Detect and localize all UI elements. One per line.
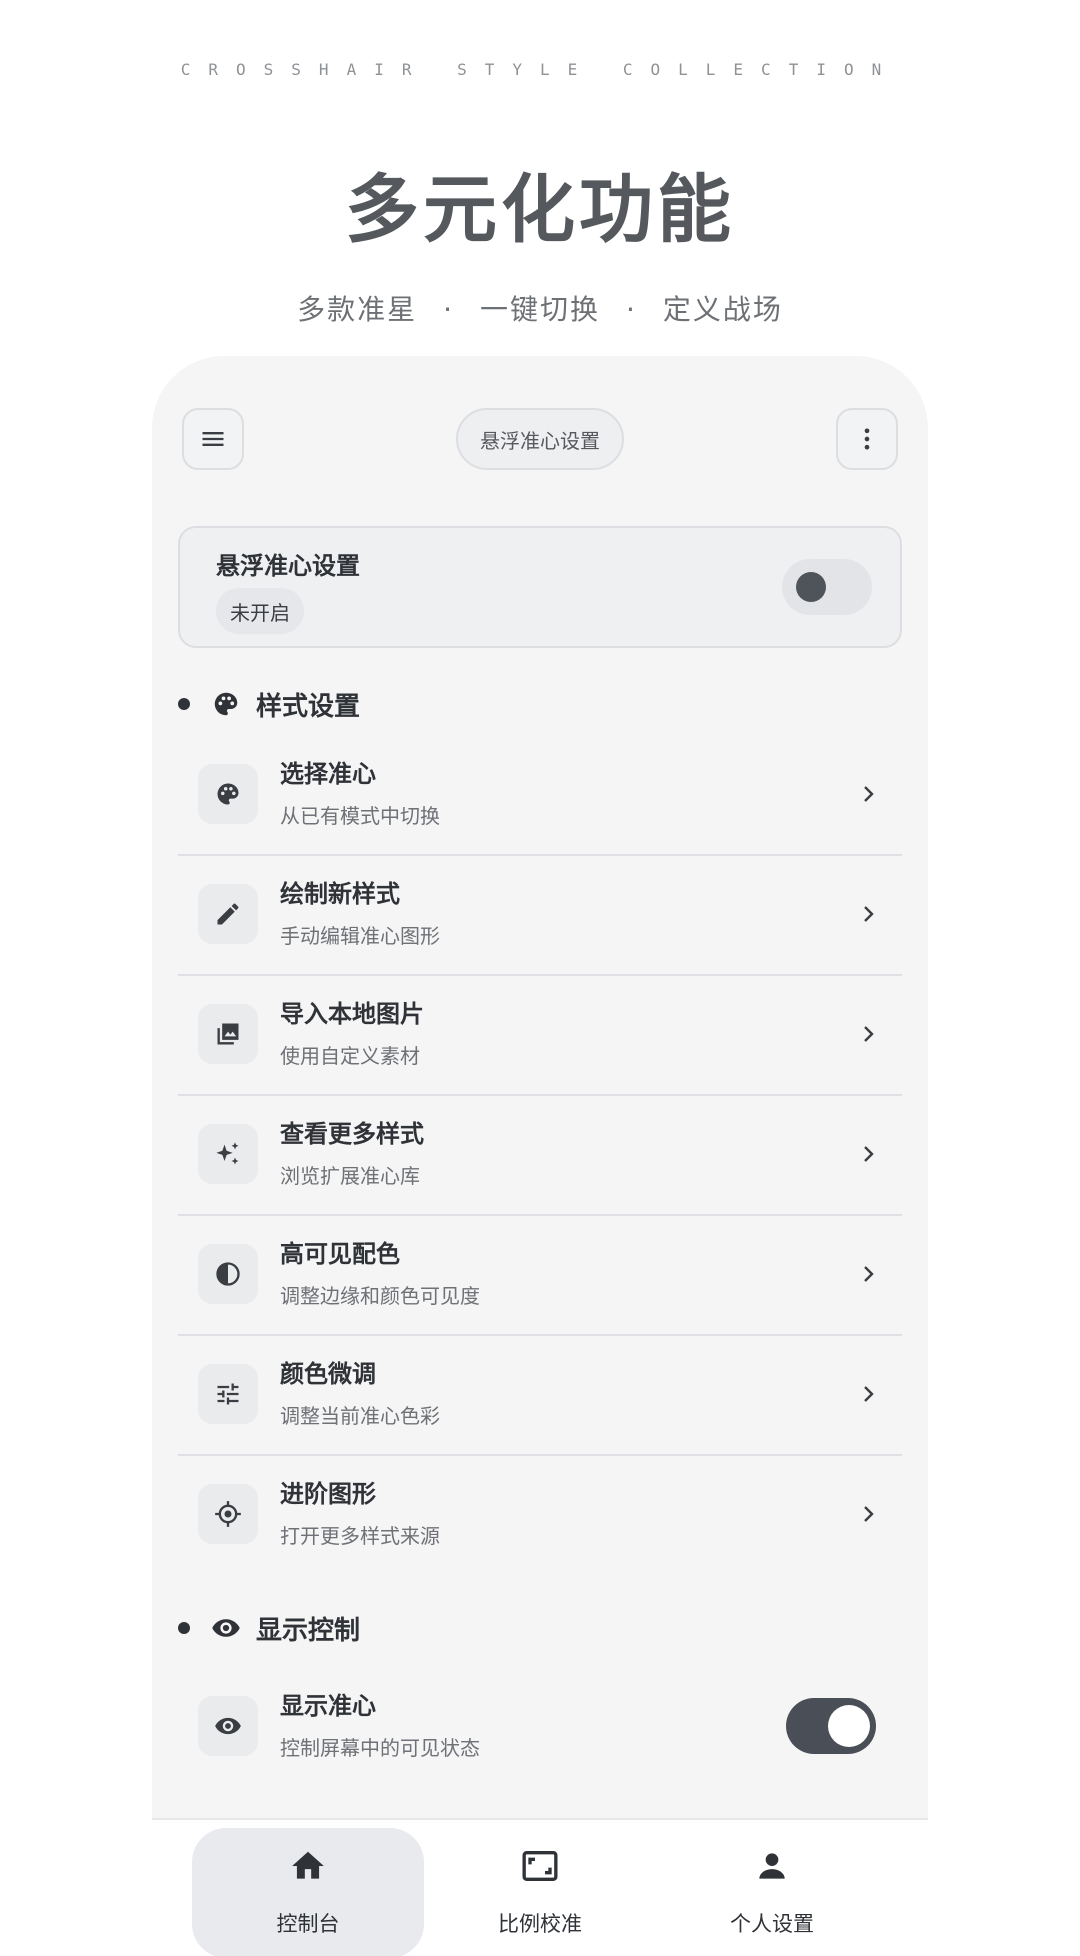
chevron-right-icon [864,1146,874,1162]
menu-icon [202,432,224,446]
float-crosshair-card: 悬浮准心设置 未开启 [178,526,902,648]
section-label: 样式设置 [256,691,361,722]
list-item-select-crosshair[interactable]: 选择准心 从已有模式中切换 [178,734,902,856]
item-title: 颜色微调 [280,1360,376,1388]
item-subtitle: 从已有模式中切换 [280,804,440,828]
contrast-icon [198,1244,258,1304]
list-item-high-visibility[interactable]: 高可见配色 调整边缘和颜色可见度 [178,1214,902,1336]
item-title: 查看更多样式 [280,1120,424,1148]
item-title: 绘制新样式 [280,880,400,908]
status-badge: 未开启 [216,588,304,634]
section-label: 显示控制 [256,1615,361,1646]
toggle-knob [828,1705,870,1747]
list-item-color-tune[interactable]: 颜色微调 调整当前准心色彩 [178,1334,902,1456]
palette-icon [198,764,258,824]
crosshair-icon [198,1484,258,1544]
list-item-draw-style[interactable]: 绘制新样式 手动编辑准心图形 [178,854,902,976]
item-subtitle: 打开更多样式来源 [280,1524,440,1548]
section-header-display: 显示控制 [178,1606,360,1650]
section-header-style: 样式设置 [178,682,360,726]
separator-dot: · [626,293,637,326]
subtitle-part: 定义战场 [662,293,783,326]
float-toggle[interactable] [782,559,872,615]
phone-screen: 悬浮准心设置 悬浮准心设置 未开启 样式设置 选择准心 从已有模式中切换 绘制新… [152,356,928,1956]
more-vert-icon [864,428,870,450]
tune-icon [198,1364,258,1424]
section-bullet [178,698,190,710]
nav-label: 个人设置 [730,1912,814,1936]
show-crosshair-toggle[interactable] [786,1698,876,1754]
chevron-right-icon [864,786,874,802]
person-icon [752,1846,792,1886]
list-item-more-styles[interactable]: 查看更多样式 浏览扩展准心库 [178,1094,902,1216]
hero-title: 多元化功能 [345,167,735,253]
list-item-import-image[interactable]: 导入本地图片 使用自定义素材 [178,974,902,1096]
bottom-nav: 控制台 比例校准 个人设置 [152,1818,928,1956]
item-subtitle: 调整当前准心色彩 [280,1404,440,1428]
eye-icon [198,1696,258,1756]
nav-item-console[interactable]: 控制台 [192,1828,424,1956]
item-title: 选择准心 [280,760,376,788]
subtitle-part: 一键切换 [479,293,600,326]
subtitle-part: 多款准星 [297,293,418,326]
app-bar: 悬浮准心设置 [182,408,898,470]
item-subtitle: 浏览扩展准心库 [280,1164,420,1188]
app-bar-title[interactable]: 悬浮准心设置 [456,408,624,470]
item-title: 导入本地图片 [280,1000,424,1028]
palette-icon [210,688,242,720]
nav-label: 控制台 [276,1912,340,1936]
nav-label: 比例校准 [498,1912,582,1936]
item-subtitle: 手动编辑准心图形 [280,924,440,948]
pencil-icon [198,884,258,944]
image-icon [198,1004,258,1064]
home-icon [288,1846,328,1886]
more-button[interactable] [836,408,898,470]
eye-icon [210,1612,242,1644]
nav-item-ratio[interactable]: 比例校准 [424,1828,656,1956]
hero-subtitle: 多款准星 · 一键切换 · 定义战场 [0,288,1080,328]
menu-button[interactable] [182,408,244,470]
sparkle-icon [198,1124,258,1184]
chevron-right-icon [864,906,874,922]
section-bullet [178,1622,190,1634]
eyebrow-text: CROSSHAIR STYLE COLLECTION [180,60,900,79]
nav-item-profile[interactable]: 个人设置 [656,1828,888,1956]
list-item-show-crosshair: 显示准心 控制屏幕中的可见状态 [178,1666,902,1786]
separator-dot: · [443,293,454,326]
chevron-right-icon [864,1386,874,1402]
chevron-right-icon [864,1026,874,1042]
aspect-ratio-icon [520,1846,560,1886]
item-subtitle: 控制屏幕中的可见状态 [280,1736,480,1760]
chevron-right-icon [864,1506,874,1522]
toggle-knob [796,572,826,602]
item-subtitle: 调整边缘和颜色可见度 [280,1284,480,1308]
item-title: 高可见配色 [280,1240,400,1268]
item-subtitle: 使用自定义素材 [280,1044,420,1068]
list-item-advanced-shape[interactable]: 进阶图形 打开更多样式来源 [178,1454,902,1574]
item-title: 进阶图形 [280,1480,376,1508]
float-card-title: 悬浮准心设置 [216,552,360,580]
item-title: 显示准心 [280,1692,376,1720]
chevron-right-icon [864,1266,874,1282]
